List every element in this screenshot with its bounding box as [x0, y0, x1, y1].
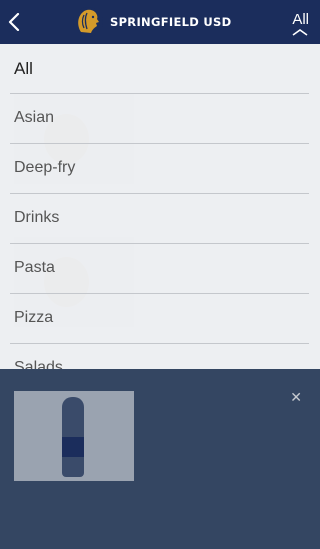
dropdown-item-label: Deep-fry [14, 159, 76, 176]
lion-logo-icon [73, 7, 103, 37]
dropdown-item-label: Asian [14, 109, 55, 126]
close-icon[interactable]: ✕ [290, 389, 302, 406]
back-button[interactable] [2, 4, 28, 40]
chevron-up-icon [292, 29, 308, 36]
dropdown-item-label: Pizza [14, 309, 54, 326]
filter-label: All [292, 11, 309, 28]
brand-name: SPRINGFIELD USD [110, 15, 232, 29]
app-header: SPRINGFIELD USD All [0, 0, 320, 44]
dropdown-item-deep-fry[interactable]: Deep-fry [10, 144, 309, 194]
dropdown-item-label: Drinks [14, 209, 60, 226]
dropdown-item-label: Salads [14, 359, 63, 369]
dropdown-item-salads[interactable]: Salads [10, 344, 309, 369]
dropdown-item-label: All [14, 59, 33, 78]
chevron-left-icon [8, 13, 20, 31]
dropdown-item-pasta[interactable]: Pasta [10, 244, 309, 294]
dropdown-item-drinks[interactable]: Drinks [10, 194, 309, 244]
category-filter-button[interactable]: All [276, 0, 320, 44]
drink-thumbnail [14, 391, 134, 481]
dropdown-item-pizza[interactable]: Pizza [10, 294, 309, 344]
dim-overlay[interactable]: ✕ [0, 369, 320, 549]
dropdown-item-asian[interactable]: Asian [10, 94, 309, 144]
dropdown-item-all[interactable]: All [10, 44, 309, 94]
category-dropdown: All Asian Deep-fry Drinks Pasta Pizza Sa… [0, 44, 320, 369]
dropdown-item-label: Pasta [14, 259, 55, 276]
brand: SPRINGFIELD USD [72, 5, 231, 39]
